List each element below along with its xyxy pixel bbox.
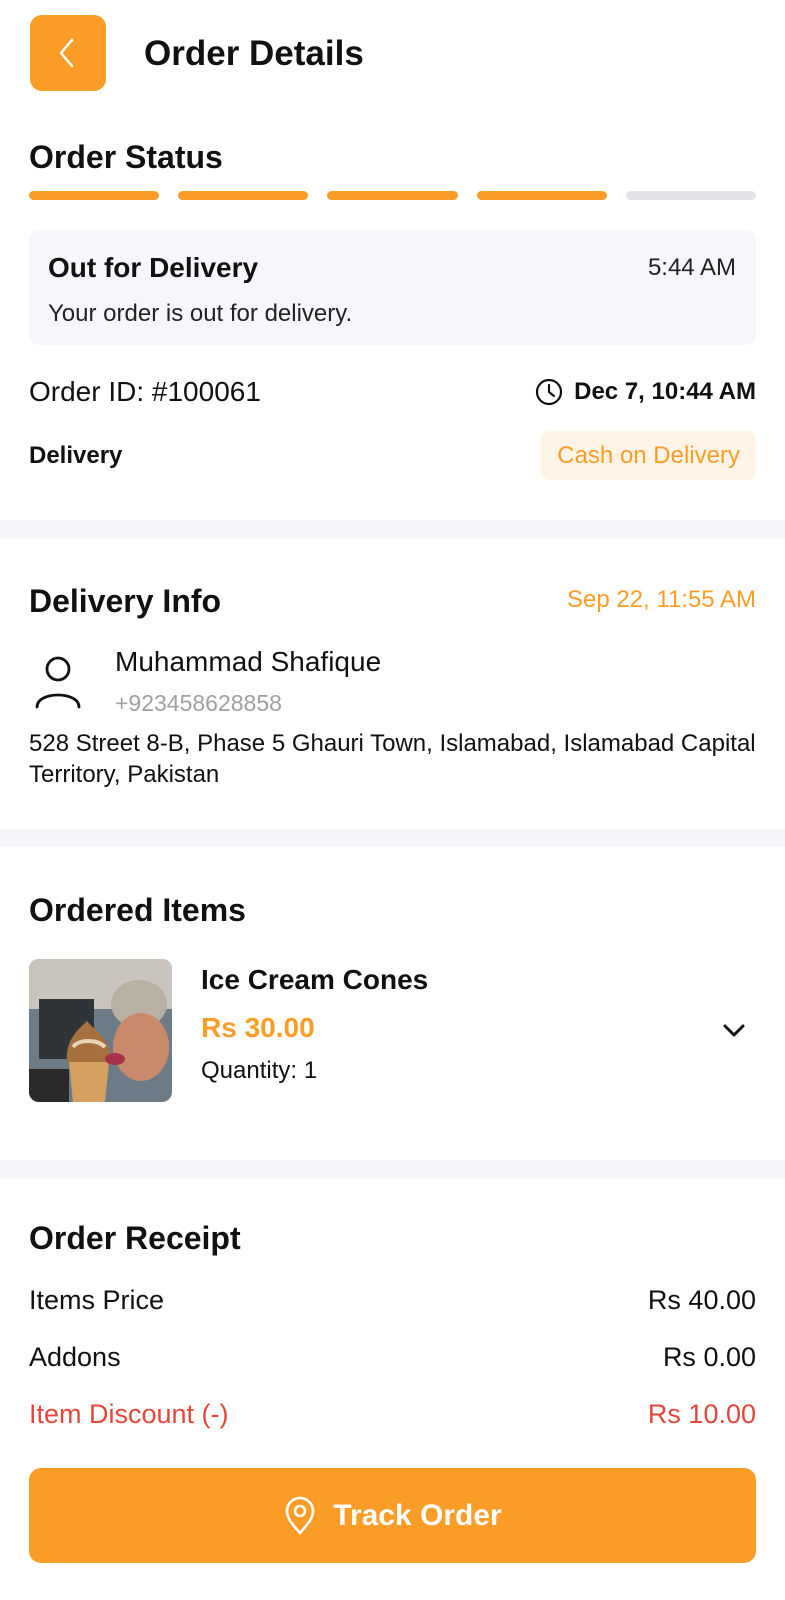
page-title: Order Details: [144, 34, 364, 73]
item-image: [29, 959, 172, 1102]
ordered-items-heading: Ordered Items: [29, 892, 246, 928]
app-header: Order Details: [0, 0, 785, 110]
section-divider: [0, 1160, 785, 1178]
order-receipt-heading: Order Receipt: [29, 1220, 241, 1256]
order-date: Dec 7, 10:44 AM: [534, 376, 756, 408]
progress-step: [29, 191, 160, 200]
receipt-value: Rs 10.00: [647, 1399, 756, 1429]
progress-step: [625, 191, 757, 200]
order-status-heading: Order Status: [29, 139, 223, 175]
payment-method-badge: Cash on Delivery: [541, 431, 756, 480]
order-progress-bar: [29, 191, 757, 200]
progress-step: [327, 191, 458, 200]
section-divider: [0, 520, 785, 538]
receipt-label: Item Discount (-): [29, 1399, 229, 1429]
status-description: Your order is out for delivery.: [48, 300, 353, 327]
item-quantity: Quantity: 1: [201, 1057, 318, 1084]
receipt-row-items-price: Items Price Rs 40.00: [29, 1282, 756, 1318]
chevron-left-icon: [59, 38, 74, 68]
location-pin-icon: [285, 1496, 315, 1534]
status-title: Out for Delivery: [48, 252, 259, 283]
customer-name: Muhammad Shafique: [115, 646, 382, 677]
item-name: Ice Cream Cones: [201, 964, 429, 995]
expand-item-button[interactable]: [714, 1016, 754, 1046]
back-button[interactable]: [30, 15, 106, 91]
receipt-row-discount: Item Discount (-) Rs 10.00: [29, 1396, 756, 1432]
receipt-row-addons: Addons Rs 0.00: [29, 1339, 756, 1375]
receipt-value: Rs 0.00: [662, 1342, 756, 1372]
track-order-label: Track Order: [333, 1498, 502, 1532]
delivery-type: Delivery: [29, 442, 123, 469]
status-card: Out for Delivery 5:44 AM Your order is o…: [29, 230, 756, 345]
person-icon: [35, 656, 81, 709]
chevron-down-icon: [723, 1024, 745, 1037]
progress-step: [178, 191, 309, 200]
receipt-value: Rs 40.00: [647, 1285, 756, 1315]
delivery-info-heading: Delivery Info: [29, 583, 222, 619]
item-price: Rs 30.00: [201, 1012, 315, 1043]
order-id: Order ID: #100061: [29, 376, 261, 407]
customer-phone: +923458628858: [115, 690, 282, 716]
section-divider: [0, 829, 785, 847]
track-order-button[interactable]: Track Order: [29, 1468, 756, 1563]
delivery-address: 528 Street 8-B, Phase 5 Ghauri Town, Isl…: [29, 730, 756, 788]
status-time: 5:44 AM: [647, 254, 736, 281]
receipt-label: Addons: [29, 1342, 121, 1372]
clock-icon: [536, 378, 563, 406]
delivery-date: Sep 22, 11:55 AM: [566, 586, 756, 613]
receipt-label: Items Price: [29, 1285, 165, 1315]
progress-step: [476, 191, 607, 200]
order-date-text: Dec 7, 10:44 AM: [574, 378, 756, 405]
